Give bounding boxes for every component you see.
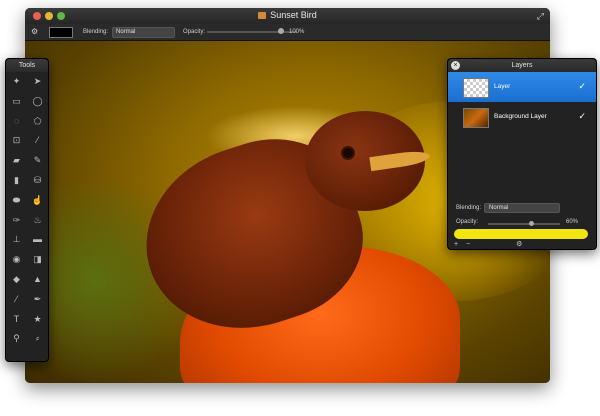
gear-icon[interactable]: ⚙ xyxy=(516,241,522,248)
move-arrow-icon[interactable]: ➤ xyxy=(27,72,48,92)
zoom-icon[interactable]: ⚲ xyxy=(6,329,27,349)
layer-blending-select[interactable]: Normal xyxy=(484,203,560,213)
layer-name: Layer xyxy=(494,83,511,90)
red-eye-icon[interactable]: ◉ xyxy=(6,250,27,270)
toolbar: ⚙ Blending: Normal Opacity: 100% xyxy=(25,24,550,41)
sharpen-icon[interactable]: ▲ xyxy=(27,270,48,290)
opacity-slider-knob[interactable] xyxy=(278,28,284,34)
window-title: Sunset Bird xyxy=(25,10,550,20)
layers-panel-title: Layers xyxy=(511,62,533,69)
eyedropper-icon[interactable]: ⁄ xyxy=(27,131,48,151)
visibility-checkbox[interactable]: ✓ xyxy=(578,111,586,122)
layer-name: Background Layer xyxy=(494,113,547,120)
smudge-icon[interactable]: ☝ xyxy=(27,191,48,211)
opacity-value: 100% xyxy=(289,29,305,35)
layer-opacity-value: 60% xyxy=(566,219,579,225)
layer-thumbnail xyxy=(463,78,489,98)
close-icon[interactable]: × xyxy=(451,61,460,70)
layer-blending-label: Blending: xyxy=(456,205,482,211)
tools-panel: Tools ✦ ➤ ▭ ◯ ◌ ⬠ ⊡ ⁄ ▰ ✎ ▮ ⛁ ⬬ ☝ ✑ ♨ ⊥ ▬ ◉ ◨ ◆ ▲ ⁄ ✒ T ★ ⚲ ⸗ xyxy=(5,58,49,362)
drop-icon[interactable]: ◆ xyxy=(6,270,27,290)
color-fill-bar[interactable] xyxy=(454,229,588,239)
layer-opacity-slider[interactable] xyxy=(488,223,560,225)
window-title-text: Sunset Bird xyxy=(270,10,317,20)
tool-grid: ✦ ➤ ▭ ◯ ◌ ⬠ ⊡ ⁄ ▰ ✎ ▮ ⛁ ⬬ ☝ ✑ ♨ ⊥ ▬ ◉ ◨ ◆ ▲ ⁄ ✒ T ★ ⚲ ⸗ xyxy=(6,72,48,349)
bird-eye xyxy=(343,148,353,158)
sponge-icon[interactable]: ⬬ xyxy=(6,191,27,211)
gear-icon[interactable]: ⚙ xyxy=(31,27,38,36)
gradient-icon[interactable]: ▮ xyxy=(6,171,27,191)
blending-label: Blending: xyxy=(83,29,109,35)
lasso-icon[interactable]: ◌ xyxy=(6,112,27,132)
layer-opacity-knob[interactable] xyxy=(529,221,535,226)
pencil-icon[interactable]: ✎ xyxy=(27,151,48,171)
line-icon[interactable]: ⁄ xyxy=(6,290,27,310)
dodge-icon[interactable]: ◨ xyxy=(27,250,48,270)
polygon-lasso-icon[interactable]: ⬠ xyxy=(27,112,48,132)
magic-wand-icon[interactable]: ✦ xyxy=(6,72,27,92)
layer-thumbnail xyxy=(463,108,489,128)
eraser-icon[interactable]: ▰ xyxy=(6,151,27,171)
stamp-icon[interactable]: ⊥ xyxy=(6,230,27,250)
text-icon[interactable]: T xyxy=(6,310,27,330)
layers-panel-header: × Layers xyxy=(448,59,596,72)
pen-icon[interactable]: ✒ xyxy=(27,290,48,310)
brush-icon[interactable]: ✑ xyxy=(6,211,27,231)
document-icon xyxy=(258,12,267,19)
tools-panel-title: Tools xyxy=(6,59,48,72)
minus-icon[interactable]: − xyxy=(466,241,470,248)
burn-icon[interactable]: ♨ xyxy=(27,211,48,231)
shape-star-icon[interactable]: ★ xyxy=(27,310,48,330)
opacity-label: Opacity: xyxy=(183,29,206,35)
rect-select-icon[interactable]: ▭ xyxy=(6,92,27,112)
layer-row-background[interactable]: Background Layer ✓ xyxy=(448,102,596,132)
layer-row-layer[interactable]: Layer ✓ xyxy=(448,72,596,102)
title-bar: Sunset Bird ⤢ xyxy=(25,8,550,24)
blending-select[interactable]: Normal xyxy=(112,27,175,38)
layer-opacity-label: Opacity: xyxy=(456,219,479,225)
clone-brush-icon[interactable]: ⸗ xyxy=(27,329,48,349)
plus-icon[interactable]: + xyxy=(454,241,458,248)
bandage-icon[interactable]: ▬ xyxy=(27,230,48,250)
paint-bucket-icon[interactable]: ⛁ xyxy=(27,171,48,191)
visibility-checkbox[interactable]: ✓ xyxy=(578,81,586,92)
fullscreen-arrows-icon[interactable]: ⤢ xyxy=(537,11,544,22)
crop-icon[interactable]: ⊡ xyxy=(6,131,27,151)
layer-actions: + − ⚙ xyxy=(454,240,522,248)
layers-panel: × Layers Layer ✓ Background Layer ✓ Blen… xyxy=(447,58,597,250)
color-swatch[interactable] xyxy=(49,27,73,38)
ellipse-select-icon[interactable]: ◯ xyxy=(27,92,48,112)
